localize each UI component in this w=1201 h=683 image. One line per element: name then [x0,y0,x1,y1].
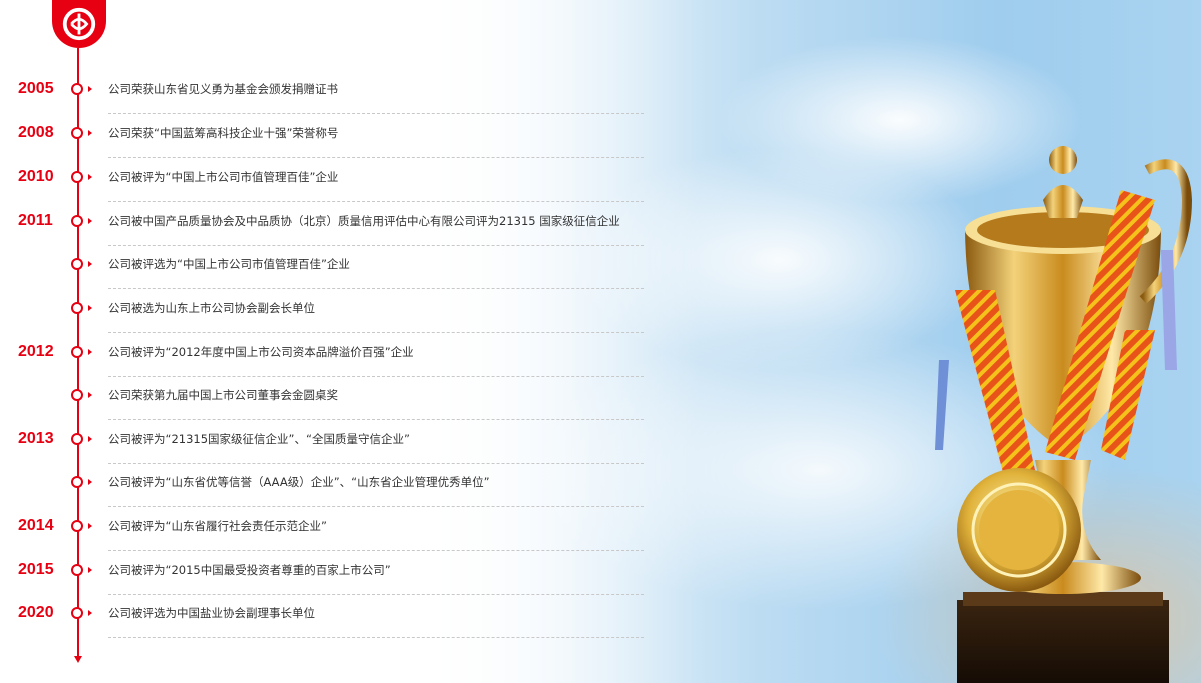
caret-right-icon [88,392,92,398]
company-logo-icon [62,7,96,41]
timeline-item: 2015 公司被评为“2015中国最受投资者尊重的百家上市公司” [0,555,660,595]
timeline-node-icon [71,83,83,95]
timeline-text: 公司被评选为“中国上市公司市值管理百佳”企业 [108,257,350,271]
timeline-node-icon [71,258,83,270]
timeline-axis-arrow-icon [74,656,82,663]
timeline-text: 公司被评为“2015中国最受投资者尊重的百家上市公司” [108,563,391,577]
timeline-node-icon [71,607,83,619]
caret-right-icon [88,305,92,311]
dashed-divider [108,113,644,114]
timeline-node-icon [71,302,83,314]
dashed-divider [108,594,644,595]
timeline-item: 2013 公司被评为“21315国家级征信企业”、“全国质量守信企业” [0,424,660,464]
timeline-text: 公司被评为“2012年度中国上市公司资本品牌溢价百强”企业 [108,345,414,359]
timeline-item: 2008 公司荣获“中国蓝筹高科技企业十强”荣誉称号 [0,118,660,158]
timeline-year: 2015 [18,561,54,578]
timeline-year: 2011 [18,212,53,229]
timeline-item: 公司被评选为“中国上市公司市值管理百佳”企业 [0,249,660,289]
timeline-text: 公司被评为“山东省履行社会责任示范企业” [108,519,327,533]
timeline-year: 2012 [18,343,54,360]
dashed-divider [108,463,644,464]
timeline-node-icon [71,476,83,488]
timeline-year: 2008 [18,124,54,141]
timeline-year: 2005 [18,80,54,97]
caret-right-icon [88,174,92,180]
company-logo[interactable] [52,0,106,48]
timeline-node-icon [71,346,83,358]
dashed-divider [108,419,644,420]
caret-right-icon [88,349,92,355]
timeline-node-icon [71,389,83,401]
timeline-item: 2011 公司被中国产品质量协会及中品质协（北京）质量信用评估中心有限公司评为2… [0,206,660,246]
timeline-text: 公司荣获“中国蓝筹高科技企业十强”荣誉称号 [108,126,339,140]
caret-right-icon [88,610,92,616]
dashed-divider [108,245,644,246]
timeline-year: 2013 [18,430,54,447]
timeline-node-icon [71,171,83,183]
caret-right-icon [88,479,92,485]
timeline-text: 公司被评选为中国盐业协会副理事长单位 [108,606,315,620]
timeline-text: 公司被中国产品质量协会及中品质协（北京）质量信用评估中心有限公司评为21315 … [108,214,620,228]
timeline-text: 公司被评为“中国上市公司市值管理百佳”企业 [108,170,339,184]
timeline-item: 公司被评为“山东省优等信誉（AAA级）企业”、“山东省企业管理优秀单位” [0,467,660,507]
dashed-divider [108,201,644,202]
timeline-text: 公司荣获山东省见义勇为基金会颁发捐赠证书 [108,82,338,96]
timeline-node-icon [71,215,83,227]
timeline-text: 公司荣获第九届中国上市公司董事会金圆桌奖 [108,388,338,402]
caret-right-icon [88,567,92,573]
timeline-node-icon [71,520,83,532]
timeline-item: 2010 公司被评为“中国上市公司市值管理百佳”企业 [0,162,660,202]
timeline-item: 公司荣获第九届中国上市公司董事会金圆桌奖 [0,380,660,420]
dashed-divider [108,506,644,507]
caret-right-icon [88,130,92,136]
timeline-text: 公司被选为山东上市公司协会副会长单位 [108,301,315,315]
timeline-text: 公司被评为“21315国家级征信企业”、“全国质量守信企业” [108,432,410,446]
dashed-divider [108,288,644,289]
dashed-divider [108,637,644,638]
timeline-node-icon [71,433,83,445]
timeline-year: 2020 [18,604,54,621]
timeline-item: 2020 公司被评选为中国盐业协会副理事长单位 [0,598,660,638]
timeline-year: 2010 [18,168,54,185]
caret-right-icon [88,218,92,224]
dashed-divider [108,157,644,158]
timeline-year: 2014 [18,517,54,534]
caret-right-icon [88,523,92,529]
caret-right-icon [88,86,92,92]
timeline-item: 2005 公司荣获山东省见义勇为基金会颁发捐赠证书 [0,74,660,114]
timeline-text: 公司被评为“山东省优等信誉（AAA级）企业”、“山东省企业管理优秀单位” [108,475,490,489]
timeline-item: 2012 公司被评为“2012年度中国上市公司资本品牌溢价百强”企业 [0,337,660,377]
dashed-divider [108,376,644,377]
timeline-item: 公司被选为山东上市公司协会副会长单位 [0,293,660,333]
trophy-illustration [935,146,1193,683]
dashed-divider [108,332,644,333]
timeline-node-icon [71,564,83,576]
caret-right-icon [88,436,92,442]
caret-right-icon [88,261,92,267]
timeline-item: 2014 公司被评为“山东省履行社会责任示范企业” [0,511,660,551]
dashed-divider [108,550,644,551]
timeline-node-icon [71,127,83,139]
